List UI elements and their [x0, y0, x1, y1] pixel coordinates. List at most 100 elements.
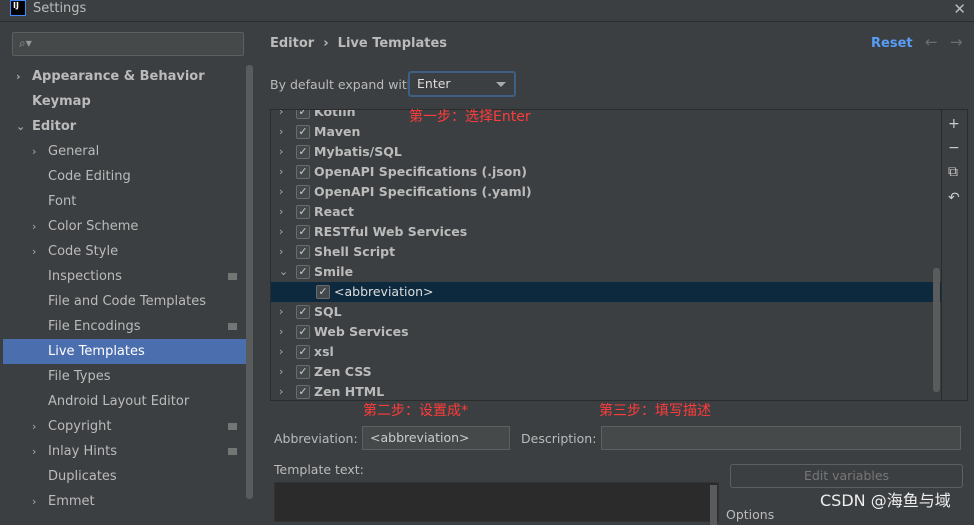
- abbreviation-input[interactable]: <abbreviation>: [362, 426, 510, 450]
- template-group-row[interactable]: › ✓ OpenAPI Specifications (.json): [271, 162, 941, 182]
- reset-button[interactable]: Reset: [871, 36, 913, 51]
- template-group-row[interactable]: › ✓ Kotlin: [271, 110, 941, 122]
- chevron-right-icon[interactable]: ›: [279, 302, 283, 322]
- enabled-checkbox[interactable]: ✓: [296, 305, 310, 319]
- chevron-right-icon[interactable]: ›: [32, 139, 36, 164]
- sidebar-item-general[interactable]: › General: [3, 139, 253, 164]
- chevron-right-icon[interactable]: ›: [32, 214, 36, 239]
- sidebar-item-file-types[interactable]: File Types: [3, 364, 253, 389]
- chevron-down-icon[interactable]: ⌄: [279, 262, 288, 282]
- description-label: Description:: [521, 431, 597, 446]
- template-group-row[interactable]: › ✓ RESTful Web Services: [271, 222, 941, 242]
- enabled-checkbox[interactable]: ✓: [296, 125, 310, 139]
- remove-icon[interactable]: −: [948, 140, 960, 156]
- forward-arrow-icon[interactable]: →: [950, 33, 963, 51]
- chevron-right-icon[interactable]: ›: [279, 382, 283, 400]
- breadcrumb-editor[interactable]: Editor: [270, 36, 314, 51]
- sidebar-item-keymap[interactable]: Keymap: [3, 89, 253, 114]
- enabled-checkbox[interactable]: ✓: [296, 345, 310, 359]
- expand-label: By default expand with: [270, 77, 415, 92]
- sidebar-item-label: File Encodings: [48, 319, 141, 334]
- chevron-right-icon[interactable]: ›: [32, 239, 36, 264]
- sidebar-item-label: Code Editing: [48, 169, 131, 184]
- sidebar-item-label: Duplicates: [48, 469, 117, 484]
- templates-tree: › ✓ Kotlin › ✓ Maven › ✓ Mybatis/SQL › ✓ OpenAPI Sp…: [270, 109, 942, 401]
- app-logo: IJ: [10, 0, 26, 16]
- chevron-right-icon[interactable]: ›: [279, 122, 283, 142]
- sidebar-item-file-and-code-templates[interactable]: File and Code Templates: [3, 289, 253, 314]
- chevron-right-icon[interactable]: ›: [279, 202, 283, 222]
- chevron-right-icon[interactable]: ›: [32, 414, 36, 439]
- enabled-checkbox[interactable]: ✓: [296, 185, 310, 199]
- sidebar-item-inspections[interactable]: Inspections: [3, 264, 253, 289]
- enabled-checkbox[interactable]: ✓: [296, 225, 310, 239]
- chevron-right-icon[interactable]: ›: [16, 64, 21, 89]
- add-icon[interactable]: +: [948, 116, 960, 132]
- enabled-checkbox[interactable]: ✓: [296, 145, 310, 159]
- enabled-checkbox[interactable]: ✓: [296, 385, 310, 399]
- template-group-row[interactable]: › ✓ Zen CSS: [271, 362, 941, 382]
- chevron-right-icon[interactable]: ›: [32, 489, 36, 514]
- enabled-checkbox[interactable]: ✓: [296, 265, 310, 279]
- sidebar-item-inlay-hints[interactable]: › Inlay Hints: [3, 439, 253, 464]
- template-group-row[interactable]: › ✓ Shell Script: [271, 242, 941, 262]
- sidebar-item-file-encodings[interactable]: File Encodings: [3, 314, 253, 339]
- template-group-row[interactable]: › ✓ SQL: [271, 302, 941, 322]
- template-group-row[interactable]: › ✓ Maven: [271, 122, 941, 142]
- chevron-down-icon[interactable]: ⌄: [16, 114, 25, 139]
- chevron-right-icon[interactable]: ›: [32, 439, 36, 464]
- sidebar-item-label: Android Layout Editor: [48, 394, 190, 409]
- back-arrow-icon[interactable]: ←: [925, 33, 938, 51]
- chevron-right-icon[interactable]: ›: [279, 142, 283, 162]
- sidebar-scrollbar[interactable]: [246, 65, 253, 499]
- enabled-checkbox[interactable]: ✓: [296, 245, 310, 259]
- sidebar-item-live-templates[interactable]: Live Templates: [3, 339, 253, 364]
- restore-icon[interactable]: ↶: [948, 190, 960, 206]
- chevron-right-icon[interactable]: ›: [279, 182, 283, 202]
- expand-select[interactable]: Enter: [408, 71, 516, 97]
- sidebar-item-copyright[interactable]: › Copyright: [3, 414, 253, 439]
- enabled-checkbox[interactable]: ✓: [296, 165, 310, 179]
- template-group-row[interactable]: › ✓ Zen HTML: [271, 382, 941, 400]
- chevron-right-icon[interactable]: ›: [279, 242, 283, 262]
- sidebar-item-appearance-behavior[interactable]: › Appearance & Behavior: [3, 64, 253, 89]
- chevron-right-icon[interactable]: ›: [279, 222, 283, 242]
- template-group-row[interactable]: › ✓ React: [271, 202, 941, 222]
- enabled-checkbox[interactable]: ✓: [316, 285, 330, 299]
- enabled-checkbox[interactable]: ✓: [296, 325, 310, 339]
- row-label: Smile: [314, 264, 354, 279]
- sidebar-item-emmet[interactable]: › Emmet: [3, 489, 253, 514]
- tree-scrollbar[interactable]: [933, 268, 940, 392]
- chevron-right-icon[interactable]: ›: [279, 342, 283, 362]
- sidebar-item-code-style[interactable]: › Code Style: [3, 239, 253, 264]
- sidebar-item-editor[interactable]: ⌄ Editor: [3, 114, 253, 139]
- chevron-right-icon[interactable]: ›: [279, 162, 283, 182]
- template-group-row[interactable]: › ✓ OpenAPI Specifications (.yaml): [271, 182, 941, 202]
- enabled-checkbox[interactable]: ✓: [296, 110, 310, 119]
- template-group-row[interactable]: ⌄ ✓ Smile: [271, 262, 941, 282]
- copy-icon[interactable]: ⧉: [948, 164, 958, 180]
- chevron-right-icon[interactable]: ›: [279, 362, 283, 382]
- annotation-step3: 第三步：填写描述: [599, 403, 711, 419]
- sidebar-item-font[interactable]: Font: [3, 189, 253, 214]
- enabled-checkbox[interactable]: ✓: [296, 205, 310, 219]
- template-group-row[interactable]: › ✓ Web Services: [271, 322, 941, 342]
- sidebar-item-label: Copyright: [48, 419, 112, 434]
- tree-toolbar: + − ⧉ ↶: [942, 109, 968, 401]
- chevron-right-icon[interactable]: ›: [279, 110, 283, 122]
- template-scrollbar[interactable]: [710, 485, 717, 525]
- template-text-editor[interactable]: [274, 482, 719, 525]
- sidebar-item-android-layout-editor[interactable]: Android Layout Editor: [3, 389, 253, 414]
- template-group-row[interactable]: › ✓ xsl: [271, 342, 941, 362]
- close-icon[interactable]: ✕: [953, 0, 966, 18]
- edit-variables-button[interactable]: Edit variables: [730, 464, 963, 488]
- sidebar-item-code-editing[interactable]: Code Editing: [3, 164, 253, 189]
- description-input[interactable]: [601, 426, 961, 450]
- sidebar-item-duplicates[interactable]: Duplicates: [3, 464, 253, 489]
- template-row[interactable]: ✓ <abbreviation>: [271, 282, 941, 302]
- enabled-checkbox[interactable]: ✓: [296, 365, 310, 379]
- sidebar-item-color-scheme[interactable]: › Color Scheme: [3, 214, 253, 239]
- chevron-right-icon[interactable]: ›: [279, 322, 283, 342]
- search-input[interactable]: ⌕▾: [12, 32, 244, 56]
- template-group-row[interactable]: › ✓ Mybatis/SQL: [271, 142, 941, 162]
